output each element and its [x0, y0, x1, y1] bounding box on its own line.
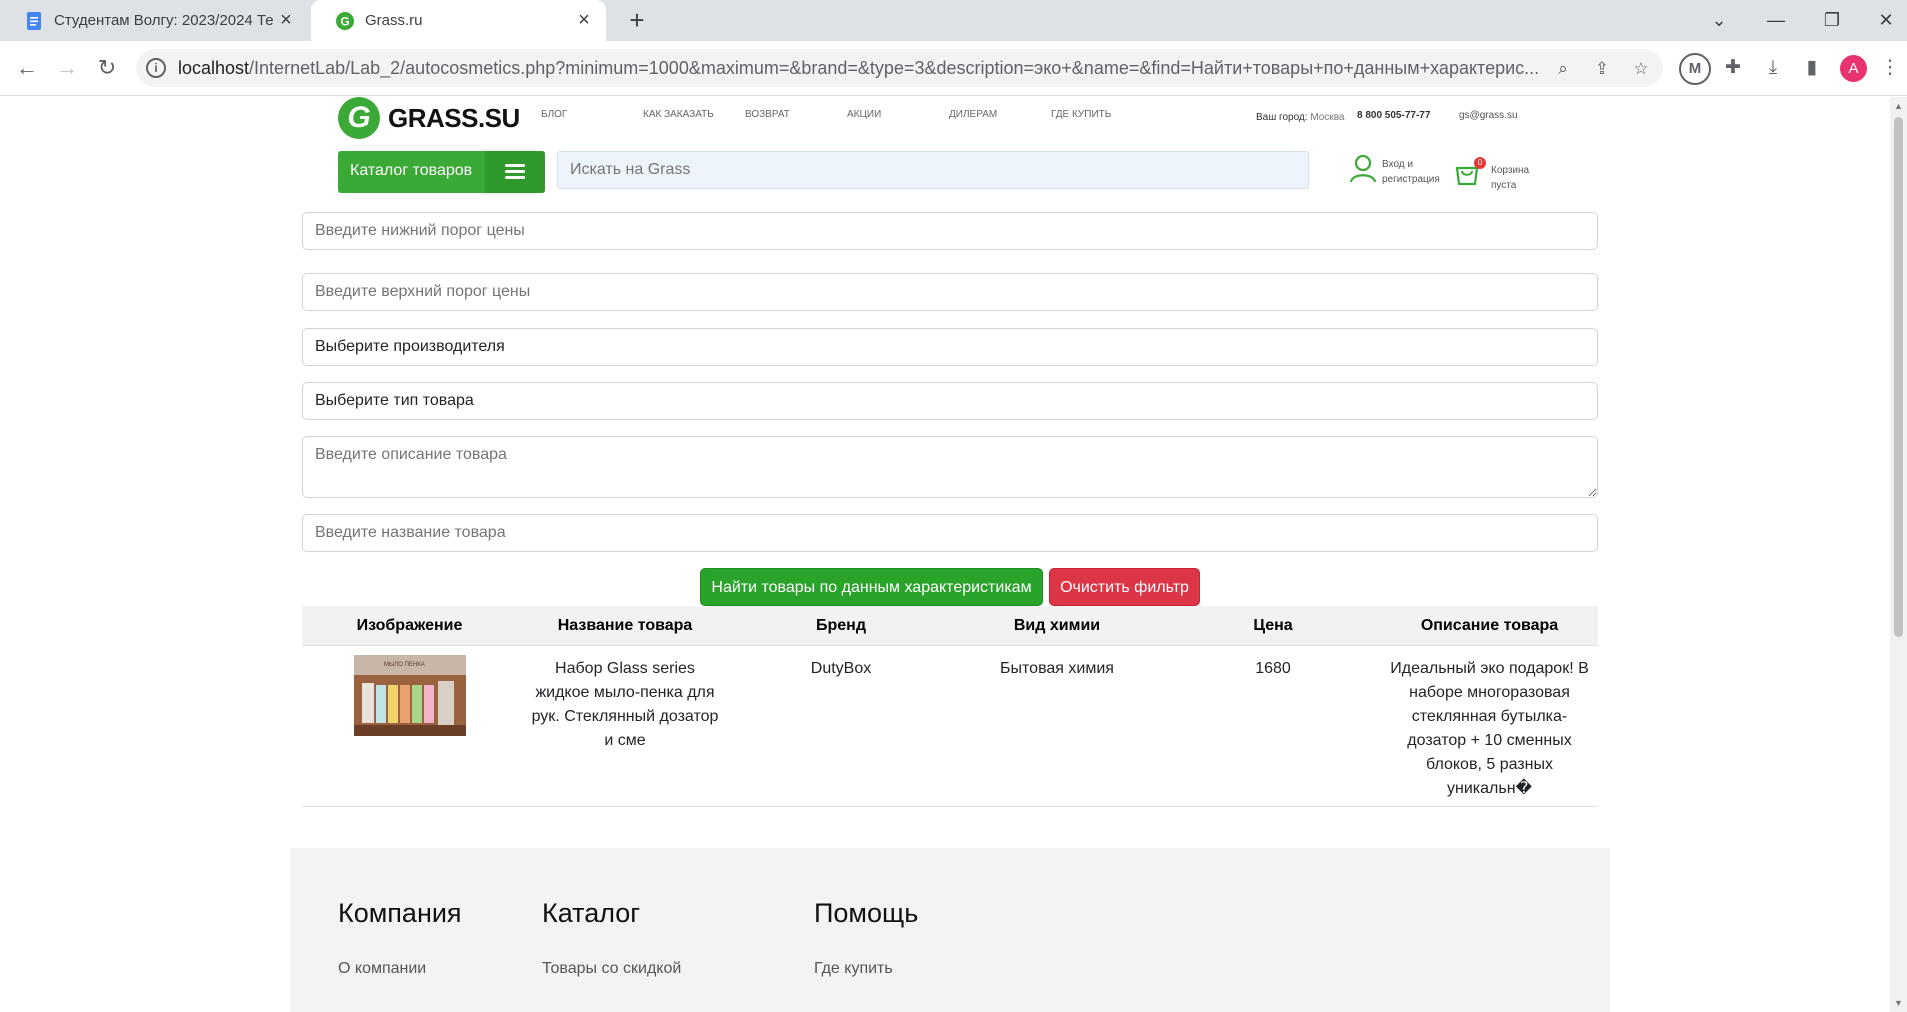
- column-header-description: Описание товара: [1420, 617, 1559, 634]
- new-tab-button[interactable]: +: [622, 6, 652, 36]
- tab-search-icon[interactable]: ⌄: [1699, 6, 1739, 34]
- nav-link-where-to-buy[interactable]: ГДЕ КУПИТЬ: [1051, 109, 1111, 120]
- zoom-icon[interactable]: ⌕: [1552, 58, 1574, 80]
- forward-icon[interactable]: →: [52, 53, 82, 83]
- city-label: Ваш город:: [1256, 112, 1308, 123]
- cart-text: Корзина пуста: [1491, 165, 1530, 191]
- product-name-input[interactable]: [302, 514, 1598, 552]
- min-price-input[interactable]: [302, 212, 1598, 250]
- bookmark-star-icon[interactable]: ☆: [1630, 58, 1652, 80]
- footer-heading-help: Помощь: [814, 898, 919, 928]
- description-textarea[interactable]: [302, 436, 1598, 498]
- svg-text:G: G: [340, 14, 349, 28]
- product-brand: DutyBox: [810, 660, 872, 677]
- login-text: Вход и регистрация: [1382, 159, 1440, 185]
- svg-text:МЫЛО ПЕНКА: МЫЛО ПЕНКА: [384, 662, 425, 668]
- close-icon[interactable]: ×: [276, 9, 296, 32]
- logo-text: GRASS.SU: [388, 102, 520, 133]
- phone-link[interactable]: 8 800 505-77-77: [1357, 110, 1430, 121]
- product-price: 1680: [1255, 660, 1291, 677]
- product-type: Бытовая химия: [1000, 660, 1114, 677]
- type-select[interactable]: Выберите тип товара: [302, 382, 1598, 420]
- footer-link-about[interactable]: О компании: [338, 960, 426, 978]
- table-header: Изображение Название товара Бренд Вид хи…: [302, 606, 1598, 646]
- nav-link-dealers[interactable]: ДИЛЕРАМ: [949, 109, 997, 120]
- footer-link-discounts[interactable]: Товары со скидкой: [542, 960, 681, 978]
- cart-count-badge: 0: [1474, 157, 1486, 169]
- browser-tab-active[interactable]: G Grass.ru ×: [311, 0, 606, 41]
- user-icon: [1349, 154, 1377, 183]
- product-image[interactable]: МЫЛО ПЕНКА: [354, 655, 466, 736]
- page-scrollbar[interactable]: ▲ ▼: [1890, 97, 1907, 1012]
- nav-link-blog[interactable]: БЛОГ: [541, 109, 567, 120]
- clear-filter-button[interactable]: Очистить фильтр: [1049, 568, 1200, 606]
- product-name: Набор Glass series жидкое мыло-пенка для…: [531, 660, 719, 749]
- scrollbar-thumb[interactable]: [1894, 117, 1903, 637]
- back-icon[interactable]: ←: [12, 53, 42, 83]
- restore-icon[interactable]: ❐: [1812, 6, 1852, 34]
- max-price-input[interactable]: [302, 273, 1598, 311]
- column-header-type: Вид химии: [1013, 617, 1101, 634]
- column-header-name: Название товара: [557, 617, 693, 634]
- menu-kebab-icon[interactable]: ⋮: [1880, 54, 1900, 82]
- table-row: МЫЛО ПЕНКА Набор Glass series жидкое мыл…: [302, 647, 1598, 807]
- browser-tab[interactable]: Студентам Волгу: 2023/2024 Те ×: [0, 0, 308, 41]
- footer-link-where-to-buy[interactable]: Где купить: [814, 960, 893, 978]
- download-icon[interactable]: ⤓: [1760, 54, 1786, 82]
- tab-title: Студентам Волгу: 2023/2024 Те: [54, 12, 274, 29]
- column-header-brand: Бренд: [816, 617, 866, 634]
- url-text[interactable]: localhost/InternetLab/Lab_2/autocosmetic…: [178, 58, 1568, 79]
- side-panel-icon[interactable]: ▮: [1799, 54, 1825, 82]
- extension-m-icon[interactable]: M: [1679, 53, 1711, 85]
- city-selector[interactable]: Ваш город: Москва: [1256, 112, 1344, 123]
- nav-link-how-to-order[interactable]: КАК ЗАКАЗАТЬ: [643, 109, 714, 120]
- product-description: Идеальный эко подарок! В наборе многораз…: [1390, 660, 1589, 797]
- product-photo: МЫЛО ПЕНКА: [354, 655, 466, 736]
- page-content: G GRASS.SU БЛОГ КАК ЗАКАЗАТЬ ВОЗВРАТ АКЦ…: [0, 97, 1890, 1012]
- column-header-price: Цена: [1253, 617, 1293, 634]
- find-products-button[interactable]: Найти товары по данным характеристикам: [700, 568, 1043, 606]
- scroll-down-icon[interactable]: ▼: [1894, 998, 1903, 1008]
- email-link[interactable]: gs@grass.su: [1459, 110, 1518, 121]
- tab-title: Grass.ru: [365, 12, 423, 29]
- catalog-button-label: Каталог товаров: [350, 162, 473, 179]
- share-icon[interactable]: ⇪: [1591, 58, 1613, 80]
- browser-toolbar: ← → ↻ i localhost/InternetLab/Lab_2/auto…: [0, 41, 1907, 96]
- city-value: Москва: [1310, 112, 1345, 123]
- google-docs-icon: [27, 11, 41, 30]
- close-icon[interactable]: ×: [574, 9, 594, 32]
- minimize-icon[interactable]: —: [1756, 6, 1796, 34]
- site-search-input[interactable]: [557, 151, 1309, 189]
- nav-link-return[interactable]: ВОЗВРАТ: [745, 109, 790, 120]
- address-bar[interactable]: i localhost/InternetLab/Lab_2/autocosmet…: [136, 49, 1663, 87]
- grass-favicon: G: [336, 11, 354, 30]
- column-header-image: Изображение: [356, 617, 463, 634]
- profile-avatar[interactable]: A: [1840, 55, 1867, 82]
- nav-link-promotions[interactable]: АКЦИИ: [847, 109, 881, 120]
- scroll-up-icon[interactable]: ▲: [1894, 101, 1903, 111]
- hamburger-icon: [485, 151, 545, 193]
- extensions-puzzle-icon[interactable]: ✚: [1720, 54, 1746, 82]
- browser-tab-bar: Студентам Волгу: 2023/2024 Те × G Grass.…: [0, 0, 1907, 41]
- brand-select[interactable]: Выберите производителя: [302, 328, 1598, 366]
- footer-heading-company: Компания: [338, 898, 462, 928]
- reload-icon[interactable]: ↻: [92, 53, 122, 83]
- footer-heading-catalog: Каталог: [542, 898, 641, 928]
- grass-logo-icon: G: [338, 97, 380, 139]
- window-close-icon[interactable]: ✕: [1866, 6, 1906, 34]
- site-logo[interactable]: G GRASS.SU: [338, 97, 520, 139]
- catalog-button[interactable]: Каталог товаров: [338, 151, 545, 193]
- site-footer: Компания Каталог Помощь О компании Товар…: [290, 848, 1610, 1012]
- site-info-icon[interactable]: i: [146, 58, 166, 78]
